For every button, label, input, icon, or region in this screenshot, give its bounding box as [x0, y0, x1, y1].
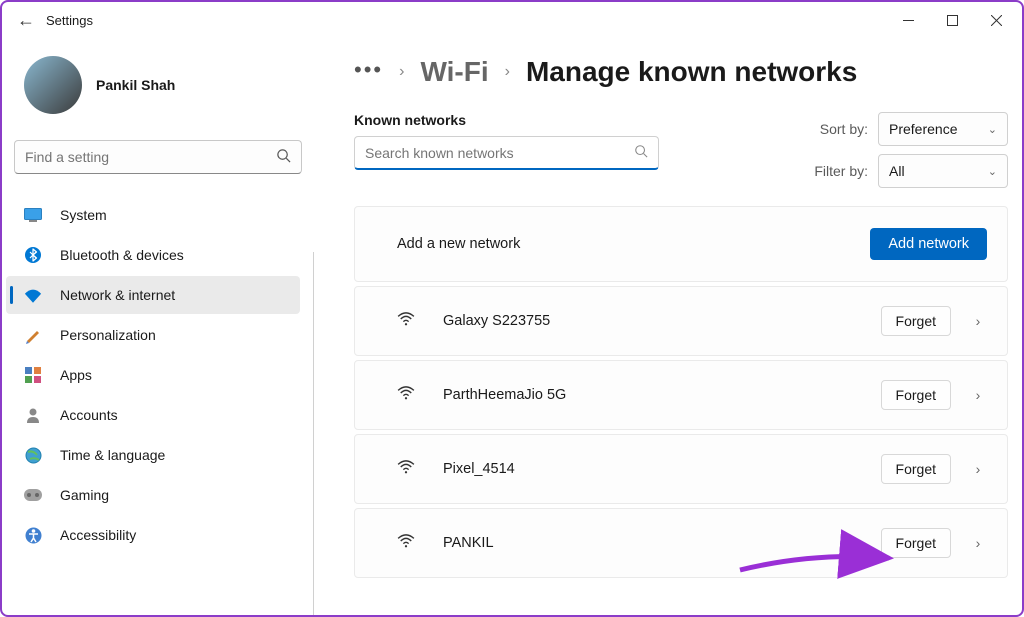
add-network-label: Add a new network [397, 236, 870, 252]
close-button[interactable] [974, 4, 1018, 36]
search-icon [634, 144, 648, 161]
personalization-icon [24, 326, 42, 344]
chevron-down-icon: ⌄ [988, 123, 997, 136]
network-row[interactable]: ParthHeemaJio 5G Forget › [354, 360, 1008, 430]
sidebar-item-label: Accounts [60, 407, 118, 423]
back-button[interactable]: ← [6, 10, 46, 31]
wifi-icon [397, 312, 415, 331]
network-name: Pixel_4514 [443, 461, 881, 477]
sidebar: Pankil Shah System Bluetooth & devices N… [2, 38, 314, 615]
network-name: Galaxy S223755 [443, 313, 881, 329]
sidebar-item-accessibility[interactable]: Accessibility [6, 516, 300, 554]
sidebar-item-time[interactable]: Time & language [6, 436, 300, 474]
sort-by-value: Preference [889, 121, 957, 137]
forget-button[interactable]: Forget [881, 380, 951, 410]
page-title: Manage known networks [526, 56, 857, 88]
settings-search-input[interactable] [25, 149, 276, 165]
network-name: ParthHeemaJio 5G [443, 387, 881, 403]
forget-button[interactable]: Forget [881, 454, 951, 484]
wifi-icon [397, 534, 415, 553]
accounts-icon [24, 406, 42, 424]
expand-chevron-icon[interactable]: › [969, 387, 987, 403]
filter-by-label: Filter by: [814, 163, 868, 179]
sidebar-item-label: System [60, 207, 107, 223]
sidebar-item-label: Gaming [60, 487, 109, 503]
sort-by-label: Sort by: [820, 121, 868, 137]
main-content: ••• › Wi-Fi › Manage known networks Know… [314, 38, 1022, 615]
sidebar-item-bluetooth[interactable]: Bluetooth & devices [6, 236, 300, 274]
expand-chevron-icon[interactable]: › [969, 313, 987, 329]
apps-icon [24, 366, 42, 384]
forget-button[interactable]: Forget [881, 306, 951, 336]
settings-search[interactable] [14, 140, 302, 174]
profile[interactable]: Pankil Shah [6, 46, 310, 136]
sidebar-item-label: Time & language [60, 447, 165, 463]
sidebar-item-label: Bluetooth & devices [60, 247, 184, 263]
chevron-right-icon: › [399, 63, 404, 81]
sidebar-item-apps[interactable]: Apps [6, 356, 300, 394]
search-icon [276, 148, 291, 166]
sidebar-item-network[interactable]: Network & internet [6, 276, 300, 314]
chevron-right-icon: › [505, 63, 510, 81]
network-row[interactable]: Galaxy S223755 Forget › [354, 286, 1008, 356]
add-network-row: Add a new network Add network [354, 206, 1008, 282]
bluetooth-icon [24, 246, 42, 264]
sort-by-dropdown[interactable]: Preference ⌄ [878, 112, 1008, 146]
known-networks-label: Known networks [354, 112, 794, 128]
nav: System Bluetooth & devices Network & int… [6, 196, 310, 554]
gaming-icon [24, 486, 42, 504]
network-row[interactable]: Pixel_4514 Forget › [354, 434, 1008, 504]
network-row[interactable]: PANKIL Forget › [354, 508, 1008, 578]
chevron-down-icon: ⌄ [988, 165, 997, 178]
breadcrumb-parent[interactable]: Wi-Fi [420, 56, 488, 88]
sidebar-item-gaming[interactable]: Gaming [6, 476, 300, 514]
sidebar-item-personalization[interactable]: Personalization [6, 316, 300, 354]
window-title: Settings [46, 13, 93, 28]
breadcrumb-more[interactable]: ••• [354, 57, 383, 87]
avatar [24, 56, 82, 114]
system-icon [24, 206, 42, 224]
wifi-icon [397, 386, 415, 405]
expand-chevron-icon[interactable]: › [969, 535, 987, 551]
forget-button[interactable]: Forget [881, 528, 951, 558]
user-name: Pankil Shah [96, 77, 175, 93]
sidebar-item-system[interactable]: System [6, 196, 300, 234]
breadcrumb: ••• › Wi-Fi › Manage known networks [354, 56, 1014, 88]
sidebar-item-label: Personalization [60, 327, 156, 343]
time-icon [24, 446, 42, 464]
known-networks-search-input[interactable] [365, 145, 634, 161]
maximize-button[interactable] [930, 4, 974, 36]
add-network-button[interactable]: Add network [870, 228, 987, 260]
known-networks-search[interactable] [354, 136, 659, 170]
expand-chevron-icon[interactable]: › [969, 461, 987, 477]
sidebar-item-label: Network & internet [60, 287, 175, 303]
network-icon [24, 286, 42, 304]
accessibility-icon [24, 526, 42, 544]
minimize-button[interactable] [886, 4, 930, 36]
sidebar-item-label: Accessibility [60, 527, 136, 543]
filter-by-value: All [889, 163, 905, 179]
network-name: PANKIL [443, 535, 881, 551]
wifi-icon [397, 460, 415, 479]
filter-by-dropdown[interactable]: All ⌄ [878, 154, 1008, 188]
sidebar-item-accounts[interactable]: Accounts [6, 396, 300, 434]
titlebar: ← Settings [2, 2, 1022, 38]
sidebar-item-label: Apps [60, 367, 92, 383]
